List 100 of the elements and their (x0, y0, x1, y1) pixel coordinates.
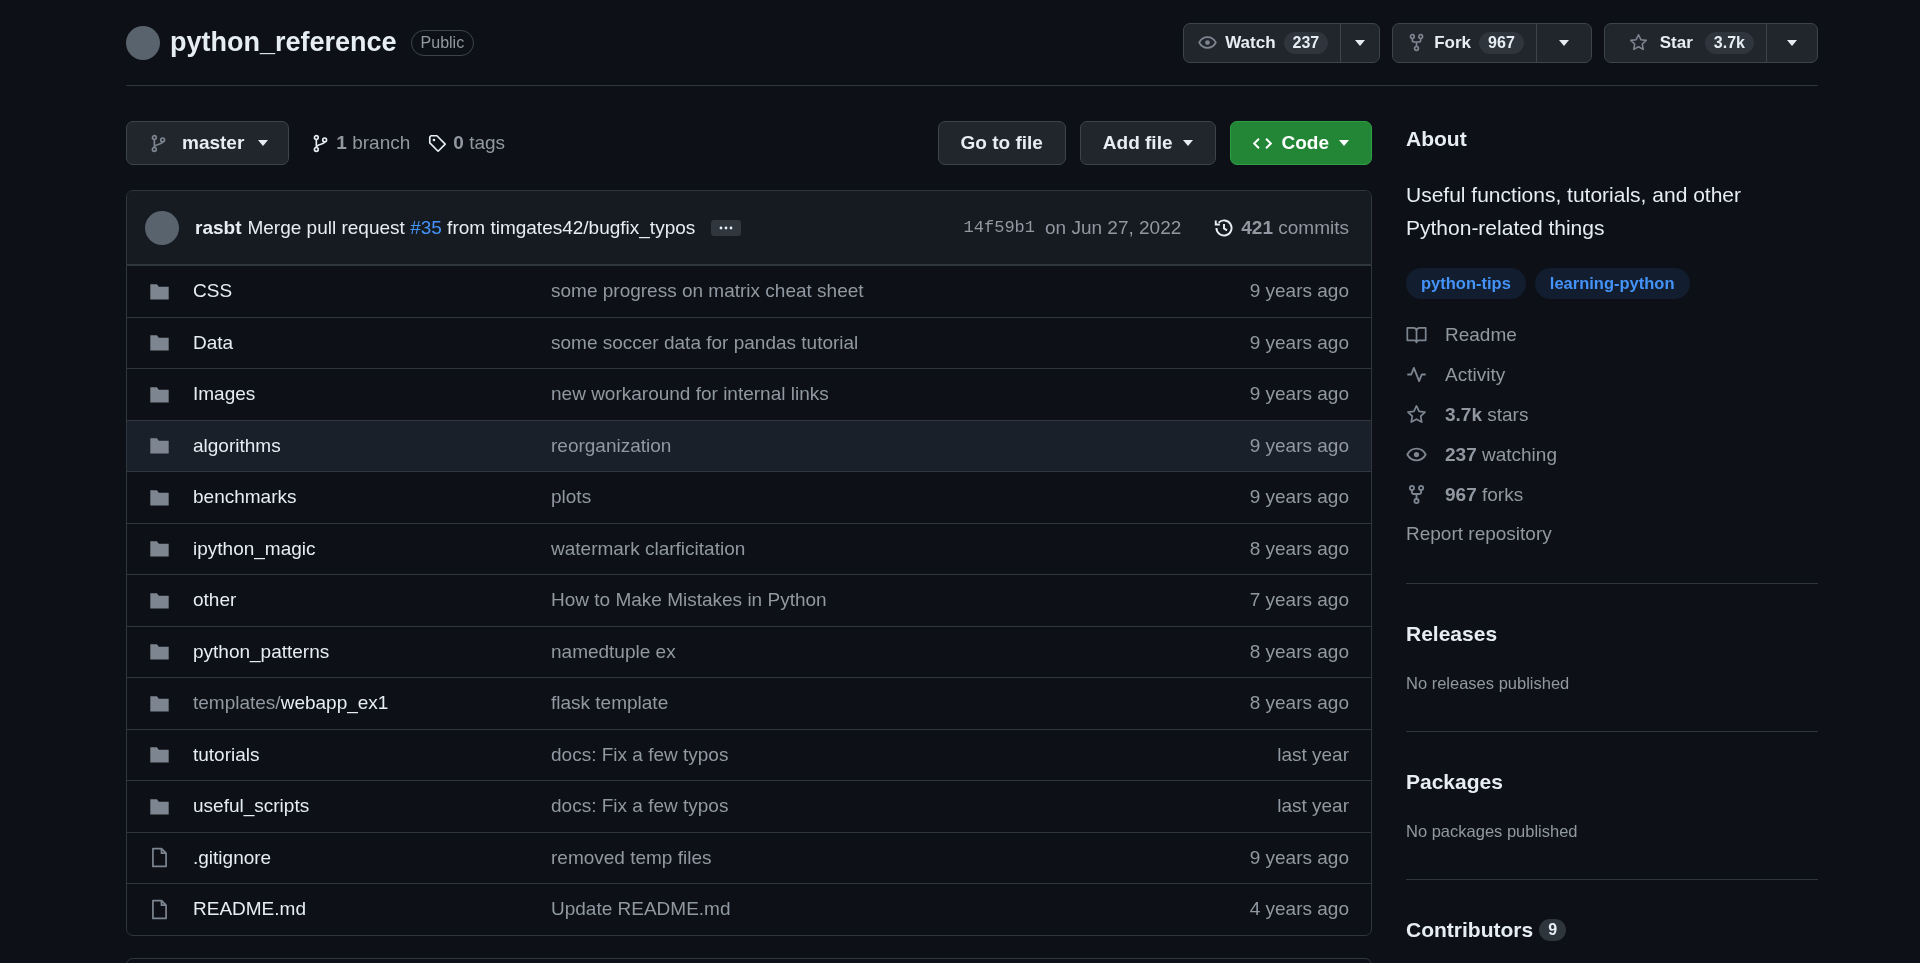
file-name[interactable]: Data (193, 331, 551, 354)
commit-age: 9 years ago (1249, 383, 1349, 406)
commit-message[interactable]: flask template (551, 692, 1250, 715)
commit-message[interactable]: How to Make Mistakes in Python (551, 589, 1250, 612)
pull-request-link[interactable]: #35 (410, 216, 442, 238)
file-name[interactable]: algorithms (193, 434, 551, 457)
stars-link[interactable]: 3.7k stars (1406, 403, 1818, 426)
commit-message[interactable]: reorganization (551, 434, 1250, 457)
branches-link[interactable]: 1 branch (311, 132, 411, 154)
tags-link[interactable]: 0 tags (428, 132, 506, 154)
go-to-file-button[interactable]: Go to file (937, 121, 1066, 165)
file-row[interactable]: other How to Make Mistakes in Python 7 years ago (127, 574, 1371, 626)
commit-author[interactable]: rasbt (195, 216, 242, 239)
section-title: Contributors (1406, 918, 1534, 942)
file-row[interactable]: useful_scripts docs: Fix a few typos last year (127, 780, 1371, 832)
topic-tag[interactable]: learning-python (1534, 268, 1690, 299)
file-name[interactable]: README.md (193, 898, 551, 921)
commit-message[interactable]: plots (551, 486, 1250, 509)
file-row[interactable]: .gitignore removed temp files 9 years ago (127, 831, 1371, 883)
file-name[interactable]: templates/webapp_ex1 (193, 692, 551, 715)
readme-link[interactable]: Readme (1406, 323, 1818, 346)
watching-link[interactable]: 237 watching (1406, 443, 1818, 466)
counter: 967 (1479, 31, 1524, 54)
commit-message[interactable]: docs: Fix a few typos (551, 795, 1278, 818)
empty-note: No releases published (1406, 674, 1571, 693)
caret-icon (1355, 39, 1366, 46)
commit-date: on Jun 27, 2022 (1045, 216, 1182, 239)
file-row[interactable]: python_patterns namedtuple ex 8 years ago (127, 625, 1371, 677)
report-link[interactable]: Report repository (1406, 523, 1818, 545)
commit-age: 8 years ago (1249, 537, 1349, 560)
topic-tag[interactable]: python-tips (1406, 268, 1526, 299)
caret-icon (258, 140, 269, 146)
commit-age: 7 years ago (1249, 589, 1349, 612)
commit-age: 9 years ago (1249, 486, 1349, 509)
section-title: About (1406, 127, 1468, 151)
caret-icon (1339, 140, 1349, 146)
file-row[interactable]: Images new workaround for internal links 9 years ago (127, 368, 1371, 420)
file-icon (149, 847, 170, 869)
file-row[interactable]: templates/webapp_ex1 flask template 8 years ago (127, 677, 1371, 729)
commit-age: 8 years ago (1249, 640, 1349, 663)
expand-button[interactable] (711, 219, 742, 236)
file-name[interactable]: tutorials (193, 743, 551, 766)
counter: 3.7k (1704, 31, 1754, 54)
commit-age: 9 years ago (1249, 846, 1349, 869)
star-button[interactable]: Star 3.7k (1604, 23, 1766, 62)
commit-age: 9 years ago (1249, 331, 1349, 354)
fork-icon (1406, 484, 1427, 505)
file-name[interactable]: .gitignore (193, 846, 551, 869)
file-name[interactable]: benchmarks (193, 486, 551, 509)
commit-age: last year (1277, 743, 1349, 766)
empty-note: No packages published (1406, 822, 1579, 841)
forks-link[interactable]: 967 forks (1406, 483, 1818, 506)
file-name[interactable]: python_patterns (193, 640, 551, 663)
book-icon (1406, 324, 1427, 345)
add-file-button[interactable]: Add file (1079, 121, 1216, 165)
commit-message[interactable]: docs: Fix a few typos (551, 743, 1278, 766)
star-icon (1628, 33, 1648, 52)
commit-hash[interactable]: 14f59b1 (963, 218, 1035, 237)
file-name[interactable]: ipython_magic (193, 537, 551, 560)
repo-description: Useful functions, tutorials, and other Python-related things (1406, 182, 1742, 241)
file-name[interactable]: CSS (193, 280, 551, 303)
commit-age: 9 years ago (1249, 434, 1349, 457)
file-icon (149, 898, 170, 920)
caret-icon (1787, 39, 1797, 46)
commit-age: 4 years ago (1249, 898, 1349, 921)
commit-age: 9 years ago (1249, 280, 1349, 303)
commit-age: 8 years ago (1249, 692, 1349, 715)
file-row[interactable]: README.md Update README.md 4 years ago (127, 883, 1371, 935)
activity-link[interactable]: Activity (1406, 363, 1818, 386)
file-row[interactable]: tutorials docs: Fix a few typos last year (127, 728, 1371, 780)
file-row[interactable]: Data some soccer data for pandas tutorial 9 years ago (127, 316, 1371, 368)
commit-message[interactable]: namedtuple ex (551, 640, 1250, 663)
file-row[interactable]: CSS some progress on matrix cheat sheet 9 years ago (127, 265, 1371, 317)
commit-message[interactable]: watermark clarficitation (551, 537, 1250, 560)
watch-button[interactable]: Watch 237 (1184, 23, 1341, 62)
branch-icon (149, 133, 168, 153)
section-title: Releases (1406, 622, 1499, 646)
avatar (126, 25, 160, 60)
caret-icon (1182, 140, 1193, 146)
file-row[interactable]: benchmarks plots 9 years ago (127, 471, 1371, 523)
section-title: Packages (1406, 770, 1504, 794)
file-name[interactable]: useful_scripts (193, 795, 551, 818)
file-name[interactable]: Images (193, 383, 551, 406)
avatar (145, 210, 179, 245)
branch-button[interactable]: master (126, 121, 290, 165)
commits-link[interactable]: 421 commits (1213, 216, 1349, 239)
history-icon (1213, 216, 1236, 239)
commit-message[interactable]: new workaround for internal links (551, 383, 1250, 406)
file-row[interactable]: algorithms reorganization 9 years ago (127, 419, 1371, 471)
fork-button[interactable]: Fork 967 (1393, 23, 1536, 62)
commit-message[interactable]: some progress on matrix cheat sheet (551, 280, 1250, 303)
counter: 9 (1539, 919, 1567, 941)
file-name[interactable]: other (193, 589, 551, 612)
commit-message[interactable]: removed temp files (551, 846, 1250, 869)
code-button[interactable]: Code (1229, 121, 1372, 165)
repo-name[interactable]: python_reference (170, 27, 397, 58)
commit-message[interactable]: Update README.md (551, 898, 1250, 921)
file-row[interactable]: ipython_magic watermark clarficitation 8 years ago (127, 522, 1371, 574)
caret-icon (1558, 39, 1569, 46)
commit-message[interactable]: some soccer data for pandas tutorial (551, 331, 1250, 354)
